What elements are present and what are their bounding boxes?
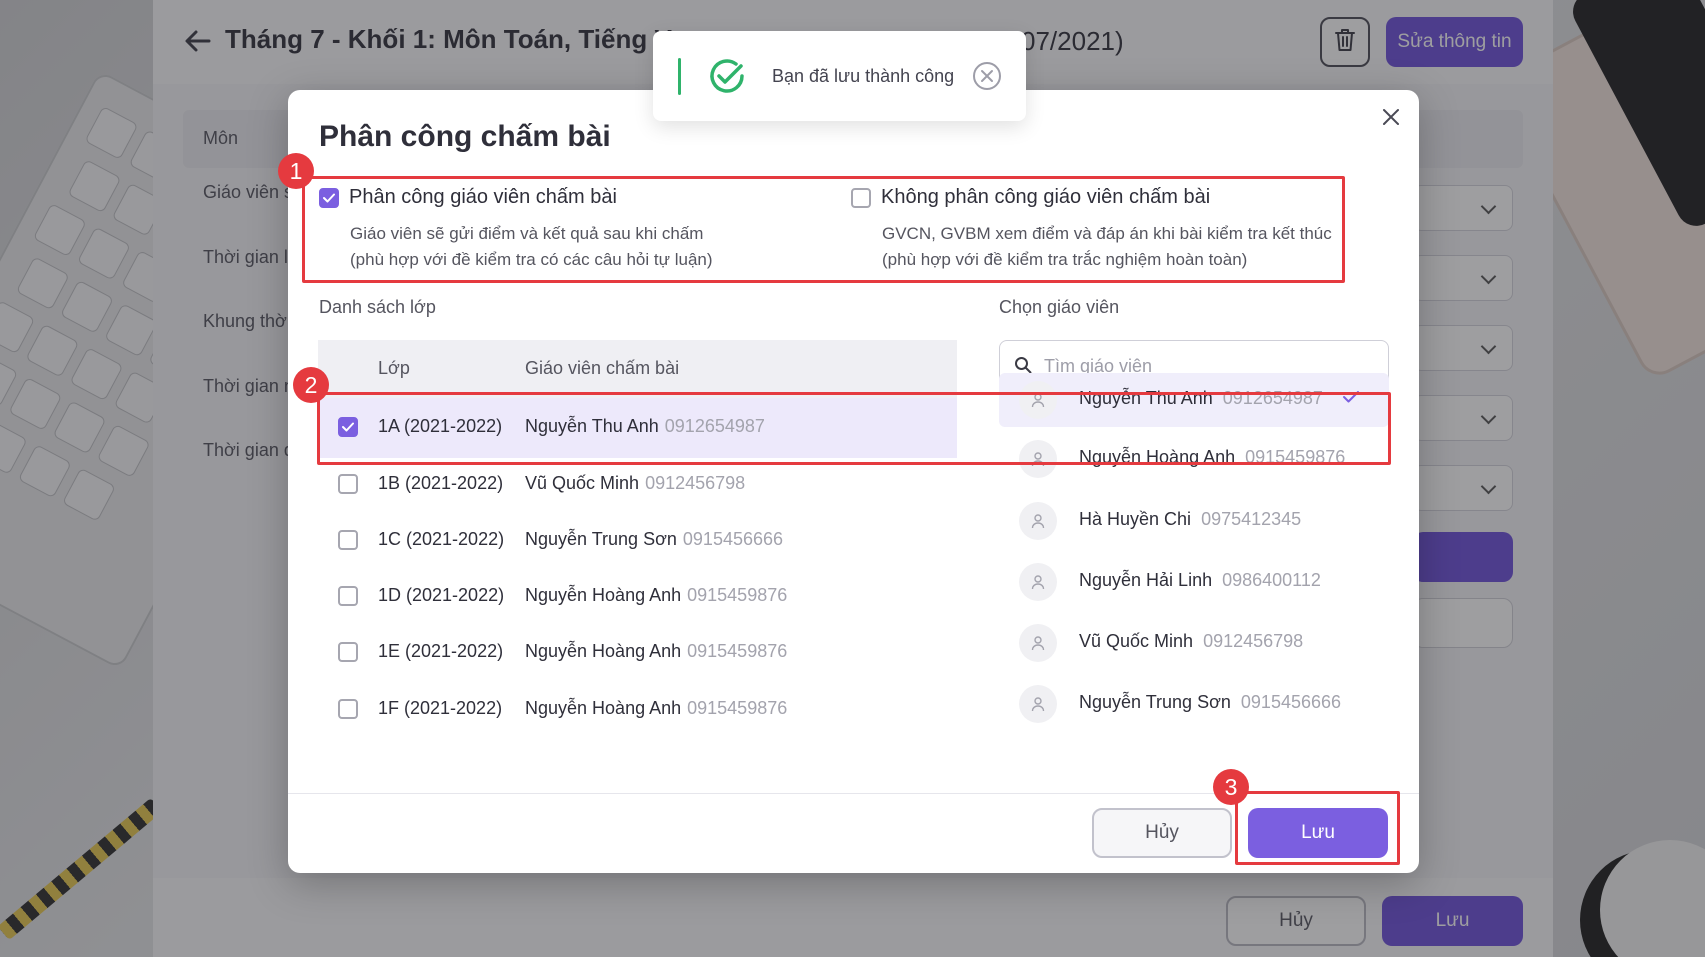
row-checkbox[interactable]: [338, 530, 358, 550]
class-name: 1C (2021-2022): [378, 529, 505, 549]
column-grader: Giáo viên chấm bài: [525, 358, 680, 378]
user-icon: [1019, 685, 1057, 723]
class-name: 1B (2021-2022): [378, 473, 504, 493]
teacher-name: Vũ Quốc Minh: [1079, 631, 1194, 651]
row-checkbox[interactable]: [338, 699, 358, 719]
class-name: 1E (2021-2022): [378, 641, 504, 661]
toast-message: Bạn đã lưu thành công: [772, 66, 955, 86]
cancel-button[interactable]: Hủy: [1092, 808, 1232, 858]
grader-phone: 0915456666: [682, 529, 784, 549]
table-row[interactable]: 1E (2021-2022) Nguyễn Hoàng Anh 091545987…: [318, 623, 957, 683]
grader-phone: 0915459876: [687, 585, 788, 605]
close-icon[interactable]: [1378, 104, 1404, 130]
success-toast: Bạn đã lưu thành công: [653, 31, 1026, 121]
teacher-name: Nguyễn Hải Linh: [1079, 570, 1213, 590]
class-name: 1F (2021-2022): [378, 698, 503, 718]
grader-phone: 0915459876: [687, 698, 788, 718]
row-checkbox[interactable]: [338, 586, 358, 606]
teacher-phone: 0915456666: [1240, 692, 1342, 712]
highlight-class-teacher-row: [317, 392, 1391, 465]
table-row[interactable]: 1F (2021-2022) Nguyễn Hoàng Anh 091545987…: [318, 680, 957, 740]
grader-name: Nguyễn Trung Sơn: [525, 529, 677, 549]
user-icon: [1019, 624, 1057, 662]
step-badge-2: 2: [293, 367, 329, 403]
grader-name: Nguyễn Hoàng Anh: [525, 698, 682, 718]
circle-x-icon[interactable]: [971, 60, 1003, 97]
grader-name: Nguyễn Hoàng Anh: [525, 641, 682, 661]
teacher-phone: 0975412345: [1201, 509, 1302, 529]
column-class: Lớp: [378, 358, 410, 378]
row-checkbox[interactable]: [338, 642, 358, 662]
user-icon: [1019, 502, 1057, 540]
table-row[interactable]: 1C (2021-2022) Nguyễn Trung Sơn 091545666…: [318, 511, 957, 571]
grader-name: Vũ Quốc Minh: [525, 473, 640, 493]
modal-title: Phân công chấm bài: [319, 120, 611, 153]
teacher-phone: 0912456798: [1203, 631, 1304, 651]
toast-accent-bar: [678, 58, 681, 95]
teacher-item[interactable]: Vũ Quốc Minh 0912456798: [999, 616, 1389, 670]
step-badge-3: 3: [1213, 769, 1249, 805]
class-name: 1D (2021-2022): [378, 585, 505, 605]
check-circle-icon: [706, 55, 748, 102]
row-checkbox[interactable]: [338, 474, 358, 494]
teacher-item[interactable]: Hà Huyền Chi 0975412345: [999, 494, 1389, 548]
table-row[interactable]: 1D (2021-2022) Nguyễn Hoàng Anh 091545987…: [318, 567, 957, 627]
teacher-name: Nguyễn Trung Sơn: [1079, 692, 1231, 712]
class-table-header: Lớp Giáo viên chấm bài: [318, 340, 957, 398]
teacher-name: Hà Huyền Chi: [1079, 509, 1192, 529]
highlight-grading-options: [302, 176, 1345, 283]
grader-name: Nguyễn Hoàng Anh: [525, 585, 682, 605]
grader-phone: 0912456798: [645, 473, 746, 493]
step-badge-1: 1: [278, 153, 314, 189]
grader-phone: 0915459876: [687, 641, 788, 661]
teacher-phone: 0986400112: [1222, 570, 1321, 590]
class-list-label: Danh sách lớp: [319, 297, 436, 317]
user-icon: [1019, 563, 1057, 601]
highlight-save-button: [1235, 791, 1400, 865]
teacher-picker-label: Chọn giáo viên: [999, 297, 1120, 317]
teacher-item[interactable]: Nguyễn Hải Linh 0986400112: [999, 555, 1389, 609]
teacher-item[interactable]: Nguyễn Trung Sơn 0915456666: [999, 677, 1389, 731]
